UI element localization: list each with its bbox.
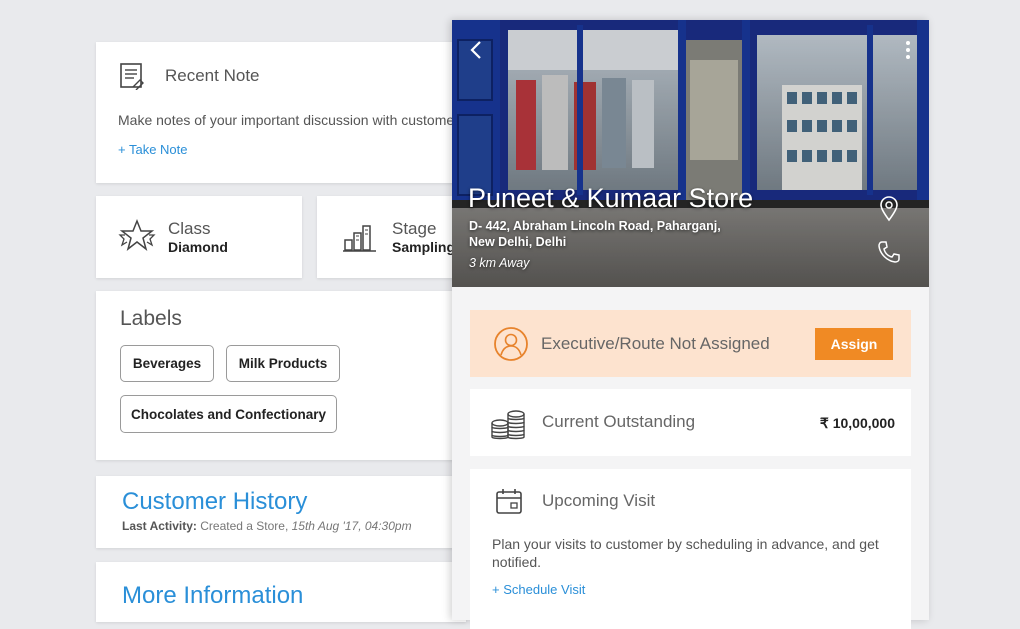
last-activity-label: Last Activity:: [122, 519, 197, 533]
star-icon: [117, 218, 157, 257]
upcoming-visit-card: Upcoming Visit Plan your visits to custo…: [470, 469, 911, 629]
more-information-card[interactable]: More Information: [96, 562, 466, 622]
customer-history-title[interactable]: Customer History: [122, 488, 307, 516]
label-chip[interactable]: Milk Products: [226, 345, 340, 382]
class-card: Class Diamond: [96, 196, 302, 278]
assign-button[interactable]: Assign: [815, 328, 893, 360]
customer-history-card[interactable]: Customer History Last Activity: Created …: [96, 476, 466, 548]
recent-note-description: Make notes of your important discussion …: [118, 112, 459, 128]
current-outstanding-amount: ₹ 10,00,000: [819, 415, 895, 431]
last-activity-time: 15th Aug '17, 04:30pm: [291, 519, 412, 533]
current-outstanding-label: Current Outstanding: [542, 412, 696, 431]
stage-title: Stage: [392, 219, 437, 238]
class-title: Class: [168, 219, 211, 238]
store-name: Puneet & Kumaar Store: [468, 183, 754, 213]
more-vertical-icon[interactable]: [905, 40, 911, 65]
bar-chart-icon: [343, 220, 379, 257]
phone-icon[interactable]: [877, 240, 901, 269]
recent-note-title: Recent Note: [165, 66, 260, 85]
take-note-link[interactable]: + Take Note: [118, 142, 188, 157]
executive-route-card: Executive/Route Not Assigned Assign: [470, 310, 911, 377]
note-icon: [118, 62, 146, 95]
back-arrow-icon[interactable]: [469, 40, 483, 65]
store-hero: Puneet & Kumaar Store D- 442, Abraham Li…: [452, 20, 929, 287]
store-address-line2: New Delhi, Delhi: [469, 235, 567, 249]
location-pin-icon[interactable]: [879, 196, 899, 227]
store-detail-panel: Puneet & Kumaar Store D- 442, Abraham Li…: [452, 20, 929, 629]
last-activity-text: Created a Store,: [196, 519, 292, 533]
executive-status-text: Executive/Route Not Assigned: [541, 334, 770, 353]
store-address-line1: D- 442, Abraham Lincoln Road, Paharganj,: [469, 219, 721, 233]
label-chip[interactable]: Beverages: [120, 345, 214, 382]
user-circle-icon: [493, 326, 529, 367]
stage-value: Sampling: [392, 239, 456, 255]
coins-icon: [490, 409, 528, 446]
last-activity: Last Activity: Created a Store, 15th Aug…: [122, 519, 412, 533]
upcoming-visit-title: Upcoming Visit: [542, 491, 656, 510]
label-chip[interactable]: Chocolates and Confectionary: [120, 395, 337, 433]
calendar-icon: [495, 487, 523, 520]
class-value: Diamond: [168, 239, 228, 255]
store-distance: 3 km Away: [469, 256, 530, 270]
current-outstanding-card: Current Outstanding ₹ 10,00,000: [470, 389, 911, 456]
upcoming-visit-description: Plan your visits to customer by scheduli…: [492, 536, 879, 570]
schedule-visit-link[interactable]: + Schedule Visit: [492, 582, 585, 597]
labels-title: Labels: [120, 307, 182, 330]
labels-card: Labels Beverages Milk Products Chocolate…: [96, 291, 466, 460]
stage-card: Stage Sampling: [317, 196, 467, 278]
recent-note-card: Recent Note Make notes of your important…: [96, 42, 466, 183]
